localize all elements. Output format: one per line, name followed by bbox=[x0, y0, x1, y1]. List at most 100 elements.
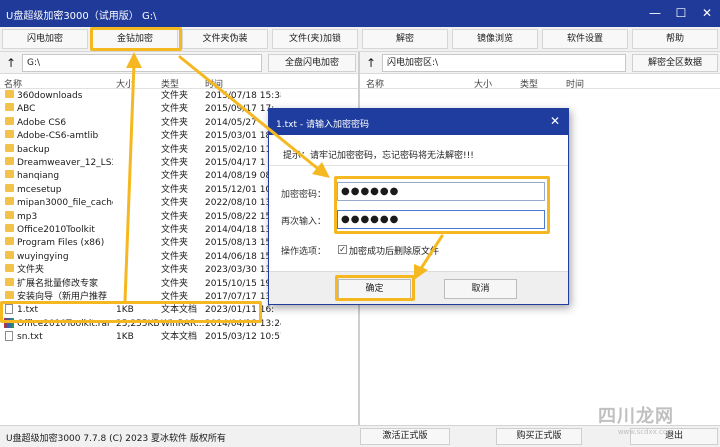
folder-icon bbox=[5, 116, 14, 125]
rar-file-icon bbox=[4, 317, 14, 328]
up-arrow-icon[interactable]: ↑ bbox=[4, 55, 18, 71]
file-name: sn.txt bbox=[17, 332, 43, 343]
file-type: 文件夹 bbox=[161, 158, 189, 168]
file-lock-button[interactable]: 文件(夹)加锁 bbox=[272, 29, 358, 49]
confirm-password-label: 再次输入： bbox=[281, 217, 327, 227]
maximize-button[interactable]: ☐ bbox=[672, 4, 690, 22]
watermark-url: www.scdxx.com bbox=[617, 428, 674, 436]
file-name: Dreamweaver_12_LS3 bbox=[17, 158, 113, 168]
column-size[interactable]: 大小 bbox=[116, 77, 134, 90]
flash-encrypt-button[interactable]: 闪电加密 bbox=[2, 29, 88, 49]
file-name: mipan3000_file_cache bbox=[17, 198, 113, 209]
file-name: 1.txt bbox=[17, 305, 38, 316]
file-name: Adobe CS6 bbox=[17, 117, 67, 128]
decrypt-all-button[interactable]: 解密全区数据 bbox=[632, 54, 718, 72]
folder-icon bbox=[5, 291, 14, 299]
file-name: hanqiang bbox=[17, 171, 60, 182]
watermark-logo: 四川龙网 www.scdxx.com bbox=[598, 402, 674, 436]
file-type: 文件夹 bbox=[161, 131, 189, 142]
folder-icon bbox=[5, 157, 14, 165]
folder-disguise-button[interactable]: 文件夹伪装 bbox=[182, 29, 268, 49]
buy-button[interactable]: 购买正式版 bbox=[496, 428, 582, 445]
column-time[interactable]: 时间 bbox=[566, 77, 584, 90]
file-name: backup bbox=[17, 144, 50, 155]
left-path-bar: ↑ G:\ 全盘闪电加密 bbox=[0, 52, 358, 74]
text-file-icon bbox=[5, 304, 13, 315]
dialog-close-icon[interactable]: ✕ bbox=[550, 114, 560, 128]
right-path-bar: ↑ 闪电加密区:\ 解密全区数据 bbox=[360, 52, 720, 74]
folder-icon bbox=[5, 224, 14, 232]
folder-icon bbox=[5, 103, 14, 112]
file-type: 文件夹 bbox=[161, 265, 189, 276]
file-type: 文件夹 bbox=[161, 144, 189, 155]
file-size: 25,255KB bbox=[116, 318, 160, 329]
column-time[interactable]: 时间 bbox=[205, 77, 223, 90]
column-name[interactable]: 名称 bbox=[366, 77, 384, 90]
options-label: 操作选项： bbox=[281, 247, 327, 257]
file-type: 文本文档 bbox=[161, 305, 198, 316]
file-type: 文件夹 bbox=[161, 238, 189, 249]
full-disk-encrypt-button[interactable]: 全盘闪电加密 bbox=[268, 54, 356, 72]
file-size: 1KB bbox=[116, 332, 134, 343]
minimize-button[interactable]: — bbox=[646, 4, 664, 22]
activate-button[interactable]: 激活正式版 bbox=[360, 428, 450, 445]
file-type: 文件夹 bbox=[161, 292, 189, 302]
folder-icon bbox=[5, 277, 14, 286]
left-path-input[interactable]: G:\ bbox=[22, 54, 262, 72]
diamond-encrypt-button[interactable]: 金钻加密 bbox=[92, 29, 178, 49]
file-type: 文件夹 bbox=[161, 184, 189, 195]
ok-button[interactable]: 确定 bbox=[338, 279, 411, 299]
left-column-headers: 名称 大小 类型 时间 bbox=[0, 75, 358, 90]
column-size[interactable]: 大小 bbox=[474, 77, 492, 90]
file-row[interactable]: 360downloads 文件夹 2015/07/18 15:38 bbox=[0, 90, 358, 103]
file-type: 文件夹 bbox=[161, 104, 189, 115]
file-name: mcesetup bbox=[17, 184, 62, 195]
file-name: 文件夹 bbox=[17, 265, 45, 276]
watermark-text: 四川龙网 bbox=[598, 406, 674, 427]
file-row[interactable]: sn.txt 1KB 文本文档 2015/03/12 10:57 bbox=[0, 331, 358, 344]
folder-icon bbox=[5, 90, 14, 98]
settings-button[interactable]: 软件设置 bbox=[542, 29, 628, 49]
cancel-button[interactable]: 取消 bbox=[444, 279, 517, 299]
password-dialog: 1.txt - 请输入加密密码 ✕ 提示：请牢记加密密码，忘记密码将无法解密!!… bbox=[268, 108, 569, 305]
up-arrow-icon[interactable]: ↑ bbox=[364, 55, 378, 71]
file-name: Adobe-CS6-amtlib bbox=[17, 131, 99, 142]
file-type: WinRAR... bbox=[161, 318, 204, 329]
file-time: 2015/03/12 10:57 bbox=[205, 332, 281, 343]
folder-icon bbox=[5, 197, 14, 206]
file-name: 360downloads bbox=[17, 91, 83, 101]
password-warning: 提示：请牢记加密密码，忘记密码将无法解密!!! bbox=[283, 151, 474, 161]
file-type: 文件夹 bbox=[161, 91, 189, 101]
window-title: U盘超级加密3000（试用版） G:\ bbox=[6, 11, 157, 22]
file-name: ABC bbox=[17, 104, 36, 115]
close-button[interactable]: ✕ bbox=[698, 4, 716, 22]
file-size: 1KB bbox=[116, 305, 134, 316]
main-toolbar: 闪电加密 金钻加密 文件夹伪装 文件(夹)加锁 解密 镜像浏览 软件设置 帮助 bbox=[0, 27, 720, 52]
file-name: Program Files (x86) bbox=[17, 238, 105, 249]
help-button[interactable]: 帮助 bbox=[632, 29, 718, 49]
column-type[interactable]: 类型 bbox=[161, 77, 179, 90]
decrypt-button[interactable]: 解密 bbox=[362, 29, 448, 49]
file-type: 文件夹 bbox=[161, 117, 189, 128]
right-path-input[interactable]: 闪电加密区:\ bbox=[382, 54, 626, 72]
file-type: 文本文档 bbox=[161, 332, 198, 343]
image-browse-button[interactable]: 镜像浏览 bbox=[452, 29, 538, 49]
folder-icon bbox=[5, 170, 14, 179]
folder-icon bbox=[5, 250, 14, 259]
file-row[interactable]: 1.txt 1KB 文本文档 2023/01/11 16: bbox=[0, 304, 358, 317]
column-name[interactable]: 名称 bbox=[4, 77, 22, 90]
password-label: 加密密码： bbox=[281, 190, 327, 200]
password-field[interactable]: ●●●●●● bbox=[337, 182, 545, 201]
file-row[interactable]: Office2010Toolkit.rar 25,255KB WinRAR... 20… bbox=[0, 317, 358, 331]
file-time: 2023/01/11 16: bbox=[205, 305, 275, 316]
title-bar: U盘超级加密3000（试用版） G:\ — ☐ ✕ bbox=[0, 0, 720, 27]
file-type: 文件夹 bbox=[161, 225, 189, 235]
file-type: 文件夹 bbox=[161, 171, 189, 182]
folder-icon bbox=[5, 130, 14, 139]
column-type[interactable]: 类型 bbox=[520, 77, 538, 90]
folder-icon bbox=[5, 183, 14, 192]
file-name: 扩展名批量修改专家 bbox=[17, 278, 99, 289]
delete-original-checkbox[interactable]: ✓ bbox=[338, 245, 347, 254]
confirm-password-field[interactable]: ●●●●●● bbox=[337, 210, 545, 229]
dialog-footer bbox=[269, 271, 568, 304]
